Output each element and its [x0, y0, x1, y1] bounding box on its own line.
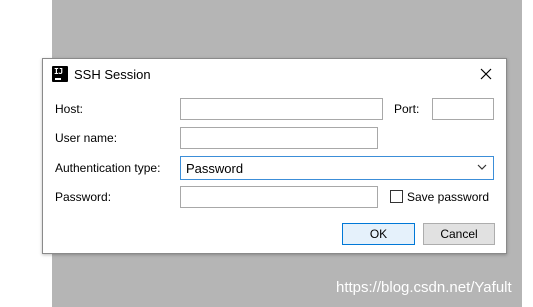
dialog-title: SSH Session	[74, 67, 151, 82]
username-label: User name:	[55, 131, 118, 145]
watermark: https://blog.csdn.net/Yafult	[336, 279, 512, 296]
save-password-checkbox[interactable]	[390, 190, 403, 203]
close-button[interactable]	[475, 64, 497, 84]
auth-type-label: Authentication type:	[55, 161, 161, 175]
port-label: Port:	[394, 102, 420, 116]
intellij-app-icon: IJ	[52, 66, 68, 82]
chevron-down-icon	[477, 164, 487, 170]
username-input[interactable]	[180, 127, 378, 149]
ok-button[interactable]: OK	[342, 223, 415, 245]
host-label: Host:	[55, 102, 84, 116]
title-bar[interactable]: IJ SSH Session	[43, 59, 506, 89]
cancel-button[interactable]: Cancel	[423, 223, 495, 245]
password-label: Password:	[55, 190, 112, 204]
host-input[interactable]	[180, 98, 383, 120]
password-input[interactable]	[180, 186, 378, 208]
save-password-label[interactable]: Save password	[407, 190, 489, 204]
auth-type-select[interactable]: Password	[180, 156, 494, 180]
ssh-session-dialog: IJ SSH Session Host: Port: User name: Au…	[42, 58, 507, 254]
auth-type-value: Password	[186, 161, 244, 176]
port-input[interactable]	[432, 98, 494, 120]
right-strip	[522, 0, 533, 307]
close-icon	[480, 68, 492, 80]
